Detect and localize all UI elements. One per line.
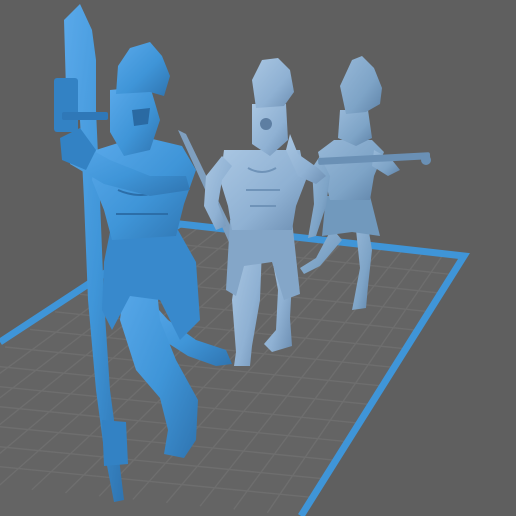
- viewport-canvas[interactable]: [0, 0, 516, 516]
- 3d-viewport[interactable]: [0, 0, 516, 516]
